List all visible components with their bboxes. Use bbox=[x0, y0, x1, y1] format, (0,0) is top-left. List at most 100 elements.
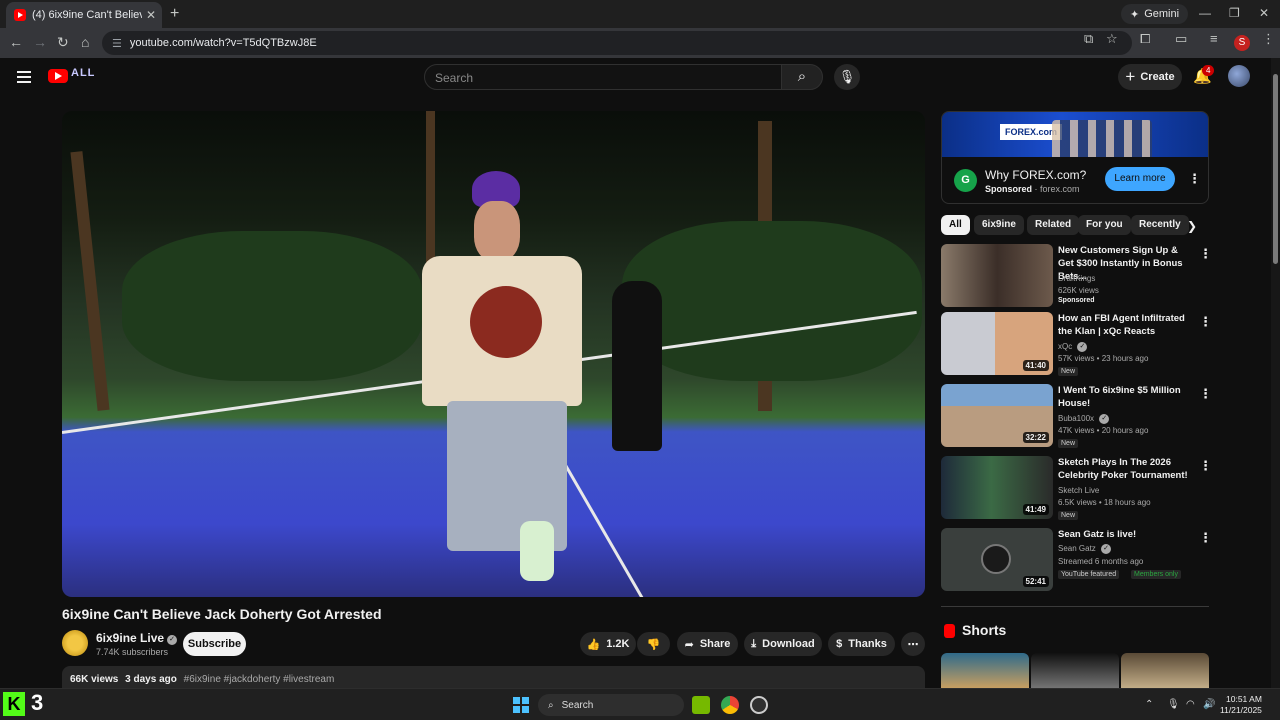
create-button[interactable]: + Create bbox=[1118, 64, 1182, 90]
search-button[interactable]: ⌕ bbox=[781, 64, 823, 90]
chip-all[interactable]: All bbox=[941, 215, 970, 235]
system-clock[interactable]: 10:51 AM 11/21/2025 bbox=[1220, 694, 1262, 716]
recommendation-title[interactable]: Sean Gatz is live! bbox=[1058, 528, 1194, 541]
chrome-icon[interactable] bbox=[721, 696, 739, 714]
video-thumbnail[interactable]: 52:41 bbox=[941, 528, 1053, 591]
address-bar[interactable]: ☰ youtube.com/watch?v=T5dQTBzwJ8E bbox=[102, 31, 1132, 55]
reading-list-icon[interactable]: ≡ bbox=[1210, 31, 1218, 46]
ad-menu-icon[interactable]: ⋮ bbox=[1188, 171, 1201, 187]
close-tab-icon[interactable]: ✕ bbox=[146, 8, 156, 22]
recommendation-channel[interactable]: DraftKings bbox=[1058, 274, 1095, 283]
account-avatar[interactable] bbox=[1228, 65, 1250, 87]
wifi-icon[interactable]: ◠ bbox=[1186, 699, 1195, 710]
reload-icon[interactable]: ↻ bbox=[57, 34, 69, 51]
more-actions-button[interactable]: ⋯ bbox=[901, 632, 925, 656]
microphone-tray-icon[interactable]: 🎙 bbox=[1167, 699, 1180, 710]
like-button[interactable]: 👍 1.2K bbox=[580, 632, 636, 656]
steam-icon[interactable] bbox=[750, 696, 768, 714]
browser-tab[interactable]: (4) 6ix9ine Can't Believe Jack Do ✕ bbox=[6, 2, 162, 28]
ad-title[interactable]: Why FOREX.com? bbox=[985, 168, 1086, 182]
profile-avatar[interactable]: S bbox=[1234, 35, 1250, 51]
new-tab-button[interactable]: + bbox=[170, 5, 179, 23]
voice-search-button[interactable]: 🎙 bbox=[834, 64, 860, 90]
minimize-icon[interactable]: — bbox=[1199, 6, 1211, 20]
scrollbar-thumb[interactable] bbox=[1273, 74, 1278, 264]
hedge bbox=[122, 231, 422, 381]
taskbar-search[interactable]: ⌕ Search bbox=[538, 694, 684, 716]
recommendation-item[interactable]: 41:40 How an FBI Agent Infiltrated the K… bbox=[941, 312, 1212, 376]
thanks-button[interactable]: $ Thanks bbox=[828, 632, 895, 656]
recommendation-item[interactable]: New Customers Sign Up & Get $300 Instant… bbox=[941, 244, 1212, 308]
recommendation-title[interactable]: Sketch Plays In The 2026 Celebrity Poker… bbox=[1058, 456, 1194, 482]
more-options-icon[interactable]: ⋮ bbox=[1199, 246, 1212, 262]
verified-check-icon: ✓ bbox=[1101, 544, 1112, 554]
ad-banner-image[interactable]: FOREX.com bbox=[942, 112, 1208, 157]
share-button[interactable]: ➦ Share bbox=[677, 632, 738, 656]
browser-menu-icon[interactable]: ⋮ bbox=[1262, 31, 1275, 47]
short-thumbnail[interactable] bbox=[1121, 653, 1209, 689]
recommendation-filter-chips: All 6ix9ine Related For you Recently bbox=[941, 215, 1209, 237]
page-scrollbar[interactable] bbox=[1271, 58, 1280, 688]
court-line bbox=[552, 443, 655, 597]
recommendation-item[interactable]: 52:41 Sean Gatz is live! Sean Gatz ✓ Str… bbox=[941, 528, 1212, 592]
forward-arrow-icon[interactable]: → bbox=[33, 34, 47, 50]
microphone-icon: 🎙 bbox=[838, 69, 856, 84]
video-player[interactable] bbox=[62, 111, 925, 597]
learn-more-button[interactable]: Learn more bbox=[1105, 167, 1175, 191]
more-options-icon[interactable]: ⋮ bbox=[1199, 386, 1212, 402]
site-info-icon[interactable]: ☰ bbox=[112, 37, 122, 50]
gemini-button[interactable]: ✦ Gemini bbox=[1121, 4, 1189, 24]
windows-start-icon[interactable] bbox=[513, 697, 529, 713]
shirt-graphic bbox=[470, 286, 542, 358]
recommendation-channel[interactable]: xQc ✓ bbox=[1058, 342, 1088, 352]
home-icon[interactable]: ⌂ bbox=[81, 34, 89, 50]
youtube-logo-icon[interactable] bbox=[48, 69, 68, 83]
video-thumbnail[interactable]: 41:40 bbox=[941, 312, 1053, 375]
kick-app-icon[interactable]: K bbox=[3, 692, 25, 716]
chip-related[interactable]: Related bbox=[1027, 215, 1080, 235]
duration-badge: 41:40 bbox=[1022, 360, 1049, 371]
hashtags[interactable]: #6ix9ine #jackdoherty #livestream bbox=[184, 674, 335, 685]
browser-tab-strip: (4) 6ix9ine Can't Believe Jack Do ✕ + ✦ … bbox=[0, 0, 1280, 28]
recommendation-item[interactable]: 41:49 Sketch Plays In The 2026 Celebrity… bbox=[941, 456, 1212, 520]
subscribe-button[interactable]: Subscribe bbox=[183, 632, 246, 656]
short-thumbnail[interactable] bbox=[1031, 653, 1119, 689]
share-arrow-icon: ➦ bbox=[684, 638, 694, 651]
sponsored-ad-card[interactable]: FOREX.com G Why FOREX.com? Sponsored · f… bbox=[941, 111, 1209, 204]
video-thumbnail[interactable] bbox=[941, 244, 1053, 307]
recommendation-channel[interactable]: Sean Gatz ✓ bbox=[1058, 544, 1112, 554]
nvidia-icon[interactable] bbox=[692, 696, 710, 714]
cast-icon[interactable]: ⧉ bbox=[1084, 31, 1093, 47]
short-thumbnail[interactable] bbox=[941, 653, 1029, 689]
video-thumbnail[interactable]: 41:49 bbox=[941, 456, 1053, 519]
channel-avatar[interactable] bbox=[62, 630, 88, 656]
chip-recently[interactable]: Recently bbox=[1131, 215, 1189, 235]
recommendation-title[interactable]: I Went To 6ix9ine $5 Million House! bbox=[1058, 384, 1194, 410]
youtube-doodle[interactable]: ALL bbox=[71, 67, 95, 79]
download-button[interactable]: ⤓ Download bbox=[744, 632, 822, 656]
recommendation-item[interactable]: 32:22 I Went To 6ix9ine $5 Million House… bbox=[941, 384, 1212, 448]
recommendation-channel[interactable]: Buba100x ✓ bbox=[1058, 414, 1110, 424]
video-thumbnail[interactable]: 32:22 bbox=[941, 384, 1053, 447]
chip-6ix9ine[interactable]: 6ix9ine bbox=[974, 215, 1024, 235]
split-view-icon[interactable]: ▭ bbox=[1175, 31, 1187, 47]
hamburger-menu-icon[interactable] bbox=[17, 71, 31, 86]
tray-overflow-icon[interactable]: ⌃ bbox=[1145, 699, 1153, 710]
recommendation-title[interactable]: How an FBI Agent Infiltrated the Klan | … bbox=[1058, 312, 1194, 338]
search-input[interactable]: Search bbox=[424, 64, 782, 90]
channel-name-row[interactable]: 6ix9ine Live ✓ bbox=[96, 631, 178, 645]
extensions-icon[interactable]: ⧠ bbox=[1140, 31, 1150, 47]
more-options-icon[interactable]: ⋮ bbox=[1199, 458, 1212, 474]
chevron-right-icon[interactable]: ❯ bbox=[1187, 219, 1197, 233]
recommendation-channel[interactable]: Sketch Live bbox=[1058, 486, 1099, 495]
back-arrow-icon[interactable]: ← bbox=[9, 34, 23, 50]
channel-name[interactable]: 6ix9ine Live bbox=[96, 631, 164, 645]
chip-for-you[interactable]: For you bbox=[1078, 215, 1131, 235]
dislike-button[interactable]: 👎 bbox=[637, 632, 670, 656]
close-window-icon[interactable]: ✕ bbox=[1259, 6, 1269, 20]
volume-icon[interactable]: 🔊 bbox=[1203, 699, 1215, 710]
bookmark-star-icon[interactable]: ☆ bbox=[1106, 31, 1118, 47]
more-options-icon[interactable]: ⋮ bbox=[1199, 314, 1212, 330]
more-options-icon[interactable]: ⋮ bbox=[1199, 530, 1212, 546]
restore-icon[interactable]: ❐ bbox=[1229, 6, 1240, 20]
